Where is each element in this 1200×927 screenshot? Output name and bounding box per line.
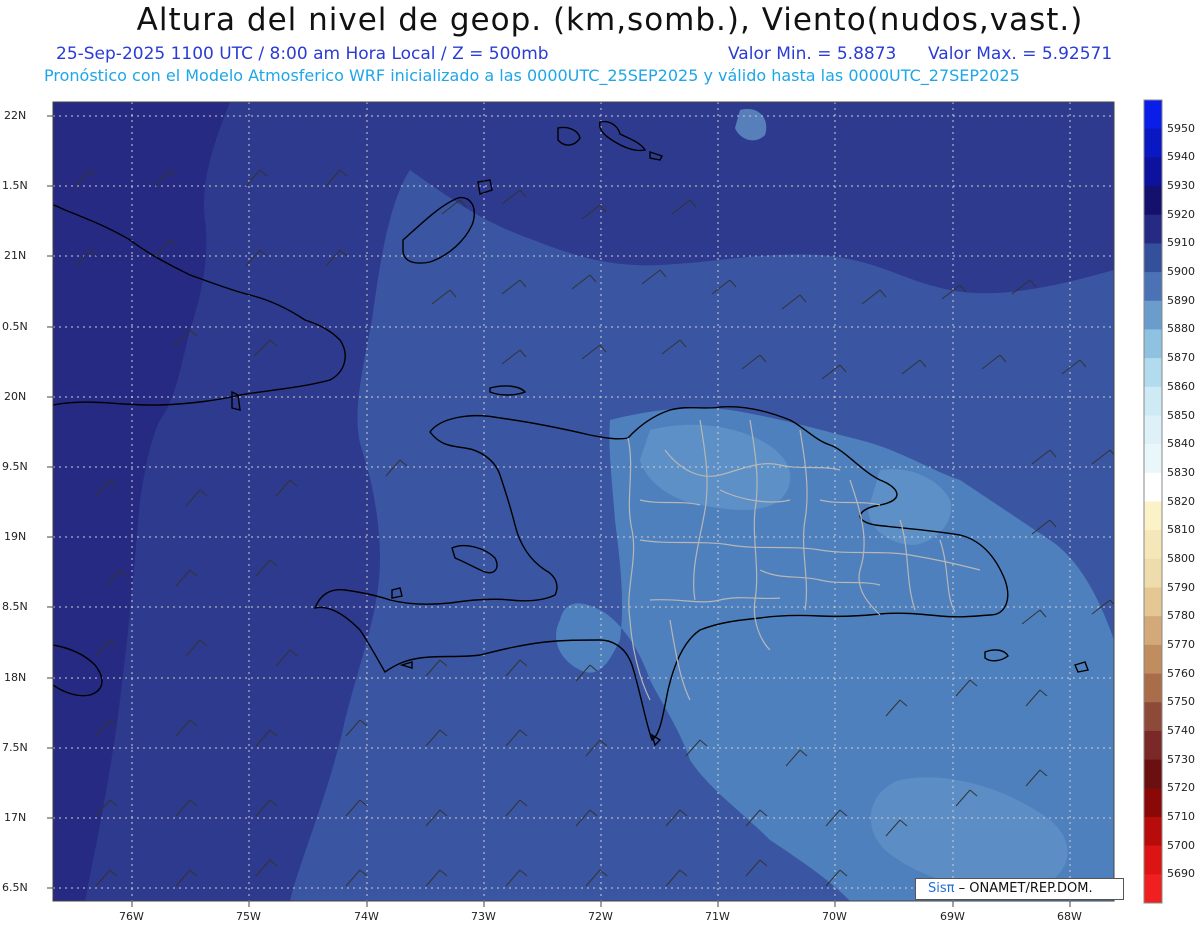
lon-label: 68W: [1057, 910, 1082, 923]
lat-label: 18N: [4, 671, 27, 684]
colorbar-swatch: [1144, 788, 1162, 818]
colorbar-level-label: 5880: [1167, 322, 1195, 336]
credit-text: – ONAMET/REP.DOM.: [958, 881, 1093, 896]
colorbar-level-label: 5950: [1167, 121, 1195, 135]
jamaica-coast: [53, 644, 54, 645]
credit-box: Sisπ – ONAMET/REP.DOM.: [915, 878, 1124, 900]
colorbar-level-label: 5780: [1167, 609, 1195, 623]
colorbar-level-label: 5860: [1167, 379, 1195, 393]
colorbar-swatch: [1144, 243, 1162, 273]
lat-label: 22N: [4, 109, 27, 122]
colorbar-level-label: 5730: [1167, 752, 1195, 766]
colorbar-level-label: 5770: [1167, 637, 1195, 651]
colorbar-level-label: 5850: [1167, 408, 1195, 422]
colorbar-swatch: [1144, 759, 1162, 789]
colorbar-swatch: [1144, 501, 1162, 531]
colorbar-swatch: [1144, 472, 1162, 502]
sis-logo-text: Sisπ: [928, 881, 955, 896]
colorbar-level-label: 5940: [1167, 150, 1195, 164]
lon-label: 70W: [822, 910, 847, 923]
lat-label: 7.5N: [2, 741, 28, 754]
colorbar-swatch: [1144, 358, 1162, 388]
colorbar-swatch: [1144, 128, 1162, 158]
colorbar-swatch: [1144, 558, 1162, 589]
lon-label: 69W: [940, 910, 965, 923]
lat-label: 20N: [4, 390, 27, 403]
colorbar-level-label: 5890: [1167, 293, 1195, 307]
lat-label: 8.5N: [2, 600, 28, 613]
lat-label: 1.5N: [2, 179, 28, 192]
colorbar-level-label: 5930: [1167, 179, 1195, 192]
lat-label: 19N: [4, 530, 27, 543]
colorbar-swatch: [1144, 587, 1162, 617]
colorbar-swatch: [1144, 300, 1162, 330]
colorbar-swatch: [1144, 157, 1162, 187]
colorbar-level-label: 5870: [1167, 351, 1195, 365]
colorbar-swatch: [1144, 673, 1162, 703]
colorbar-swatch: [1144, 644, 1162, 675]
map-canvas: [47, 99, 1163, 907]
colorbar-swatch: [1144, 530, 1162, 560]
lat-label: 21N: [4, 249, 27, 262]
colorbar-level-label: 5760: [1167, 666, 1195, 680]
lon-label: 73W: [471, 910, 496, 923]
lon-label: 75W: [236, 910, 261, 923]
colorbar-swatch: [1144, 329, 1162, 359]
colorbar-level-label: 5820: [1167, 494, 1195, 508]
colorbar-swatch: [1144, 272, 1162, 302]
colorbar-level-label: 5800: [1167, 551, 1195, 565]
colorbar-level-label: 5710: [1167, 810, 1195, 823]
colorbar-level-label: 5910: [1167, 236, 1195, 250]
colorbar-level-label: 5900: [1167, 265, 1195, 279]
colorbar-level-label: 5690: [1167, 867, 1195, 881]
colorbar-swatch: [1144, 214, 1162, 244]
geopotential-field: [53, 102, 1114, 901]
colorbar-level-label: 5700: [1167, 838, 1195, 852]
colorbar-level-label: 5720: [1167, 781, 1195, 795]
colorbar-swatch: [1144, 444, 1162, 474]
colorbar-level-label: 5840: [1167, 437, 1195, 451]
colorbar-swatch: [1144, 730, 1162, 761]
colorbar-swatch: [1144, 415, 1162, 445]
lat-label: 9.5N: [2, 460, 28, 473]
lon-label: 74W: [354, 910, 379, 923]
lat-label: 17N: [4, 811, 27, 824]
colorbar-level-label: 5740: [1167, 723, 1195, 737]
lon-label: 71W: [705, 910, 730, 923]
colorbar-swatch: [1144, 386, 1162, 416]
lat-label: 0.5N: [2, 320, 28, 333]
colorbar-swatch: [1144, 186, 1162, 216]
colorbar-swatch: [1144, 816, 1162, 847]
colorbar-level-label: 5790: [1167, 580, 1195, 594]
colorbar-level-label: 5920: [1167, 207, 1195, 221]
colorbar-level-label: 5830: [1167, 465, 1195, 479]
colorbar-level-label: 5750: [1167, 695, 1195, 709]
lat-label: 6.5N: [2, 881, 28, 894]
colorbar-level-label: 5810: [1167, 523, 1195, 537]
lon-label: 72W: [588, 910, 613, 923]
colorbar-swatch: [1144, 702, 1162, 732]
colorbar-swatch: [1144, 845, 1162, 875]
colorbar-swatch: [1144, 616, 1162, 646]
colorbar-swatch: [1144, 100, 1162, 130]
lon-label: 76W: [119, 910, 144, 923]
colorbar: [1143, 99, 1163, 904]
colorbar-swatch: [1144, 874, 1162, 904]
